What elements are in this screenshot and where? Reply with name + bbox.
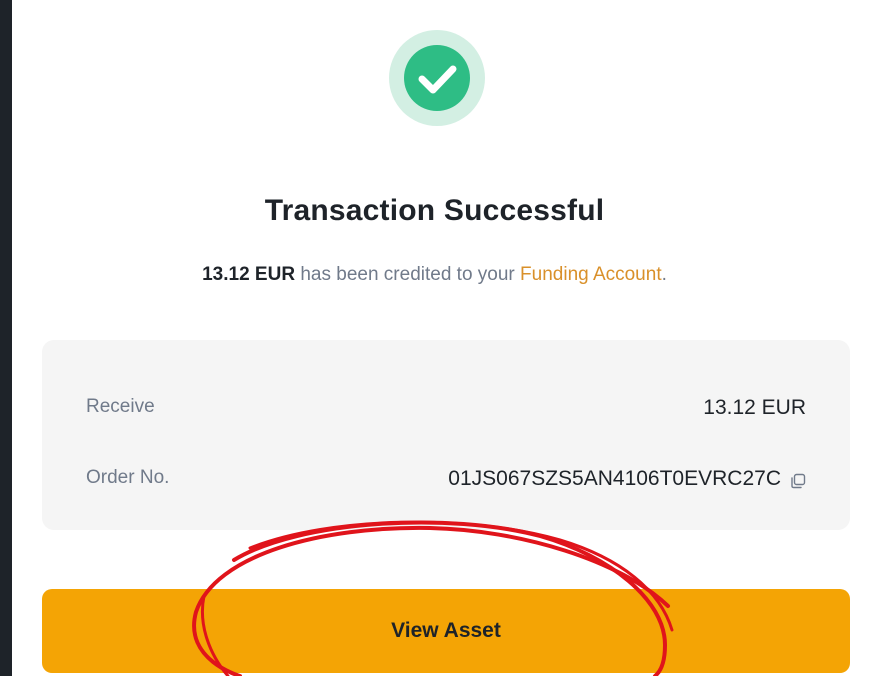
order-number-value: 01JS067SZS5AN4106T0EVRC27C [448, 467, 806, 491]
receive-amount: 13.12 EUR [703, 396, 806, 419]
credit-message: 13.12 EUR has been credited to your Fund… [0, 264, 869, 286]
funding-account-link[interactable]: Funding Account [520, 264, 662, 285]
transaction-details-card: Receive 13.12 EUR Order No. 01JS067SZS5A… [42, 340, 850, 530]
view-asset-button[interactable]: View Asset [42, 589, 850, 673]
credit-message-text: has been credited to your [295, 264, 521, 285]
order-number: 01JS067SZS5AN4106T0EVRC27C [448, 467, 781, 490]
receive-label: Receive [86, 396, 155, 417]
order-number-row: Order No. 01JS067SZS5AN4106T0EVRC27C [42, 467, 850, 497]
credited-amount: 13.12 EUR [202, 264, 296, 285]
order-number-label: Order No. [86, 467, 170, 488]
receive-row: Receive 13.12 EUR [42, 396, 850, 426]
credit-message-end: . [661, 264, 667, 285]
copy-icon[interactable] [790, 471, 806, 489]
success-check-icon [387, 28, 487, 128]
page-title: Transaction Successful [264, 194, 605, 227]
receive-value: 13.12 EUR [703, 396, 806, 420]
